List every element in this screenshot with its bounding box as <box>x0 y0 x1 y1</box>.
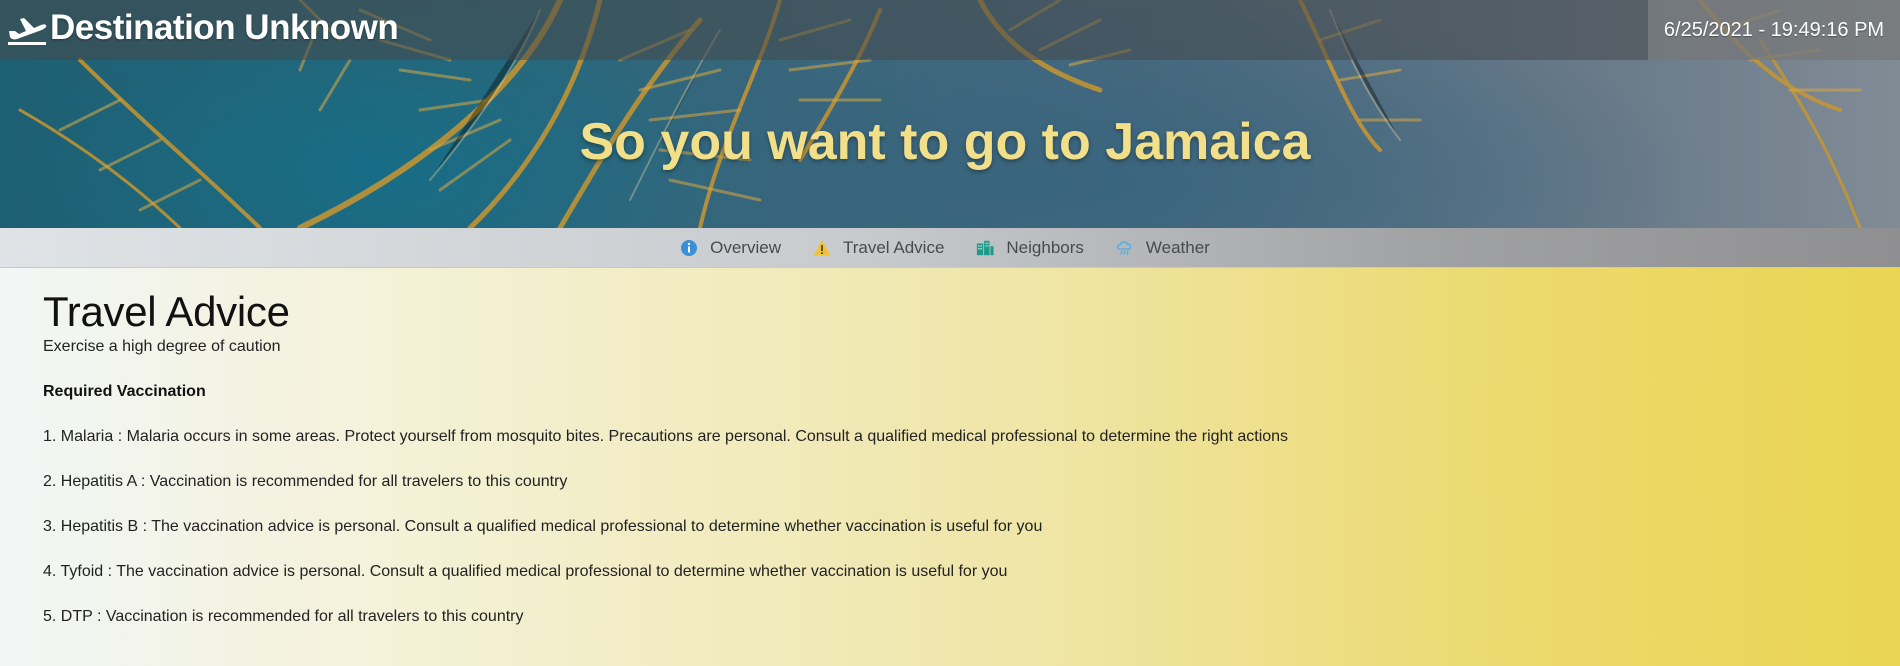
tab-overview[interactable]: Overview <box>680 238 781 258</box>
hero-banner: Destination Unknown 6/25/2021 - 19:49:16… <box>0 0 1900 228</box>
brand-logo[interactable]: Destination Unknown <box>6 6 399 50</box>
tab-overview-label: Overview <box>710 237 781 257</box>
list-item: 3. Hepatitis B : The vaccination advice … <box>43 518 1043 535</box>
top-bar: Destination Unknown 6/25/2021 - 19:49:16… <box>0 0 1900 60</box>
tab-travel-advice[interactable]: Travel Advice <box>813 238 944 258</box>
info-circle-icon <box>681 239 698 256</box>
vaccination-list: 1. Malaria : Malaria occurs in some area… <box>43 428 1900 626</box>
tab-neighbors[interactable]: Neighbors <box>976 238 1084 258</box>
hero-title: So you want to go to Jamaica <box>579 113 1311 171</box>
airplane-departure-icon <box>8 18 47 45</box>
cloud-rain-icon <box>1116 240 1132 255</box>
datetime-display: 6/25/2021 - 19:49:16 PM <box>1648 0 1900 60</box>
buildings-icon <box>977 240 994 255</box>
list-item: 2. Hepatitis A : Vaccination is recommen… <box>43 473 568 490</box>
travel-advice-section: Travel Advice Exercise a high degree of … <box>0 268 1900 666</box>
warning-triangle-icon <box>813 239 831 255</box>
list-item: 1. Malaria : Malaria occurs in some area… <box>43 428 1289 445</box>
brand-name: Destination Unknown <box>50 8 399 47</box>
tab-neighbors-label: Neighbors <box>1006 237 1084 257</box>
tab-weather-label: Weather <box>1145 237 1210 257</box>
section-nav: Overview Travel Advice Neighbors Weather <box>0 228 1900 268</box>
tab-weather[interactable]: Weather <box>1116 238 1210 258</box>
list-item: 4. Tyfoid : The vaccination advice is pe… <box>43 563 1008 580</box>
list-item: 5. DTP : Vaccination is recommended for … <box>43 608 524 625</box>
tab-travel-advice-label: Travel Advice <box>842 237 945 257</box>
vaccination-heading: Required Vaccination <box>43 383 206 400</box>
section-title: Travel Advice <box>43 288 290 335</box>
advice-level: Exercise a high degree of caution <box>43 338 281 355</box>
